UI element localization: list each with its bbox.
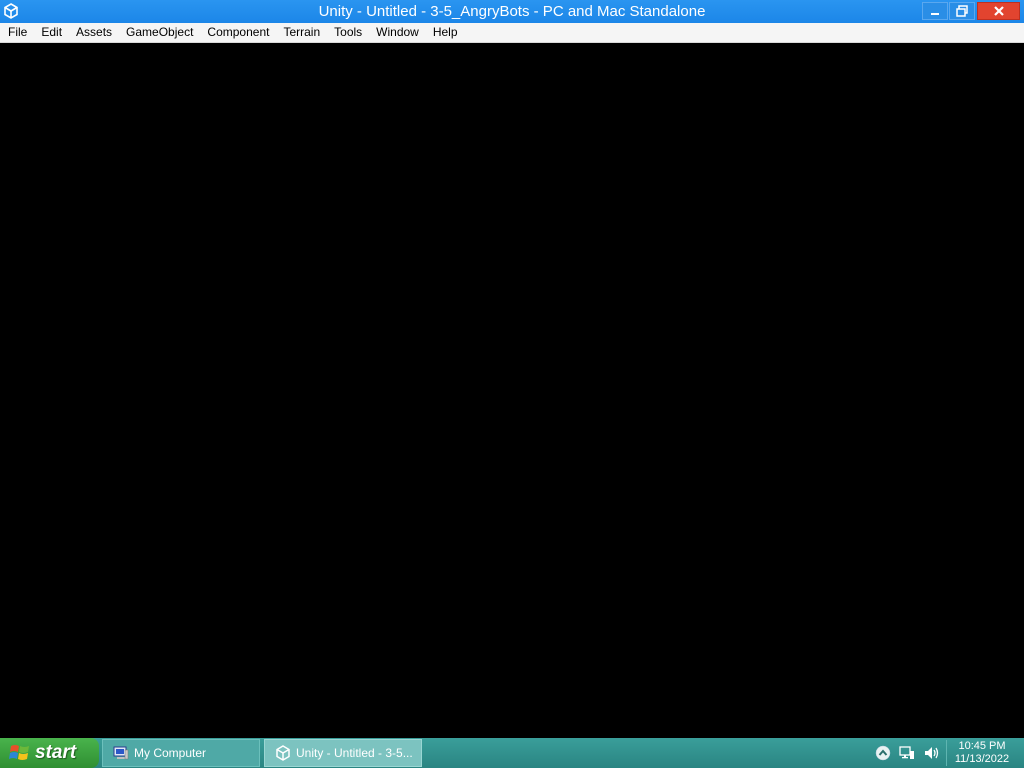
unity-icon bbox=[276, 745, 290, 761]
window-title: Unity - Untitled - 3-5_AngryBots - PC an… bbox=[318, 3, 706, 20]
menu-assets[interactable]: Assets bbox=[69, 23, 119, 42]
menu-gameobject[interactable]: GameObject bbox=[119, 23, 200, 42]
title-bar[interactable]: Unity - Untitled - 3-5_AngryBots - PC an… bbox=[0, 0, 1024, 23]
windows-logo-icon bbox=[9, 745, 29, 760]
taskbar-item-unity[interactable]: Unity - Untitled - 3-5... bbox=[264, 739, 422, 767]
menu-tools[interactable]: Tools bbox=[327, 23, 369, 42]
taskbar-item-my-computer[interactable]: My Computer bbox=[102, 739, 260, 767]
menu-bar: File Edit Assets GameObject Component Te… bbox=[0, 23, 1024, 43]
close-icon bbox=[993, 6, 1004, 16]
start-button[interactable]: start bbox=[0, 738, 99, 768]
taskbar-clock[interactable]: 10:45 PM 11/13/2022 bbox=[948, 740, 1016, 766]
taskbar: start My Computer Unity - Untitled - 3-5… bbox=[0, 738, 1024, 768]
taskbar-item-label: Unity - Untitled - 3-5... bbox=[296, 746, 413, 760]
minimize-button[interactable] bbox=[922, 2, 948, 20]
clock-date: 11/13/2022 bbox=[954, 753, 1010, 765]
network-icon[interactable] bbox=[899, 745, 915, 761]
unity-editor-window: Unity - Untitled - 3-5_AngryBots - PC an… bbox=[0, 0, 1024, 738]
tray-divider bbox=[946, 740, 947, 766]
restore-button[interactable] bbox=[949, 2, 975, 20]
clock-time: 10:45 PM bbox=[958, 740, 1006, 752]
restore-icon bbox=[956, 5, 968, 17]
volume-icon[interactable] bbox=[923, 745, 939, 761]
computer-icon bbox=[113, 746, 129, 760]
minimize-icon bbox=[931, 13, 939, 15]
menu-component[interactable]: Component bbox=[200, 23, 276, 42]
editor-viewport[interactable] bbox=[0, 43, 1024, 738]
menu-help[interactable]: Help bbox=[426, 23, 465, 42]
menu-file[interactable]: File bbox=[1, 23, 34, 42]
menu-edit[interactable]: Edit bbox=[34, 23, 69, 42]
show-hidden-icons-arrow-icon[interactable] bbox=[875, 745, 891, 761]
close-button[interactable] bbox=[977, 2, 1020, 20]
menu-window[interactable]: Window bbox=[369, 23, 426, 42]
start-label: start bbox=[35, 742, 77, 763]
menu-terrain[interactable]: Terrain bbox=[276, 23, 327, 42]
taskbar-item-label: My Computer bbox=[134, 746, 207, 760]
